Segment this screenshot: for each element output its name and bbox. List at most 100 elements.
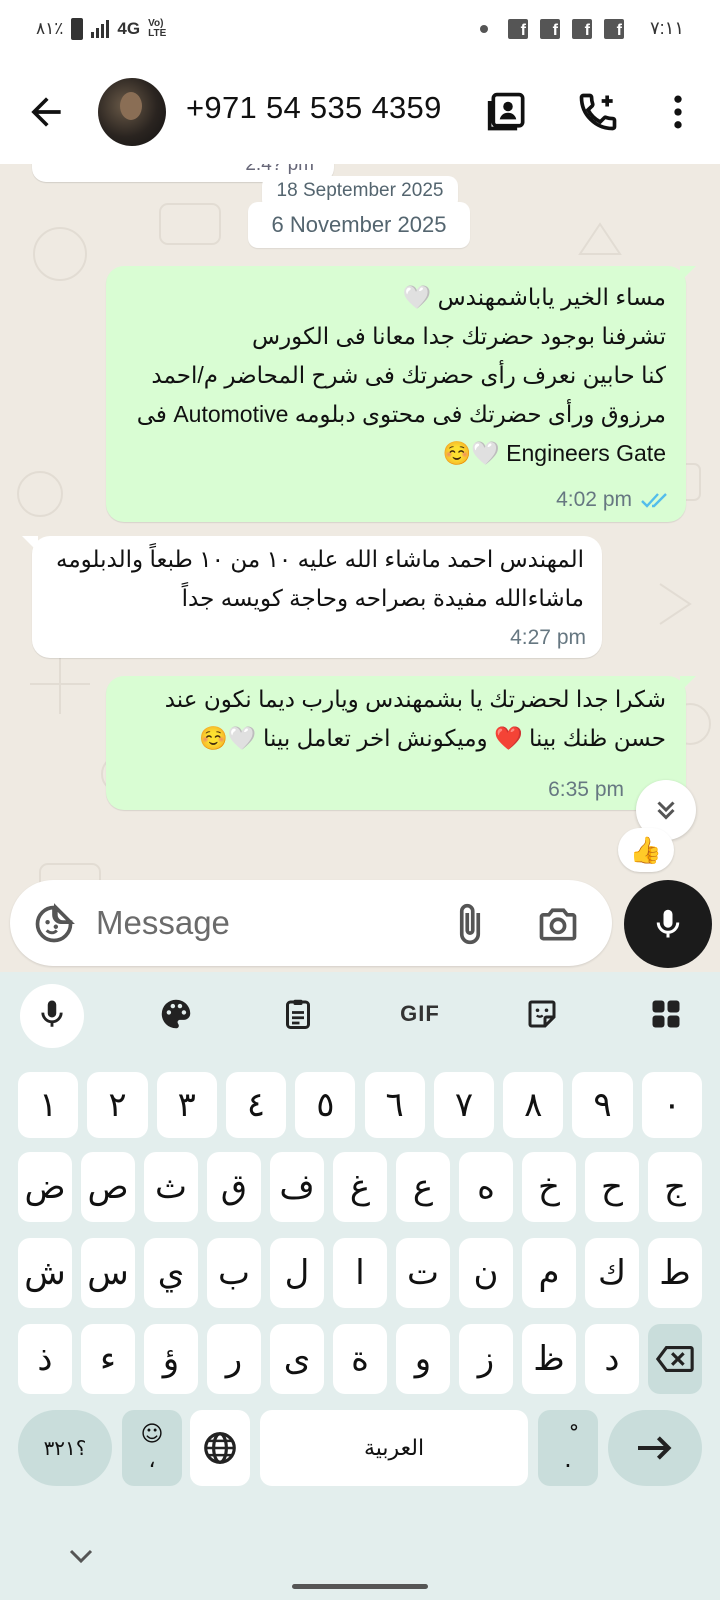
message-reaction[interactable]: 👍 bbox=[618, 828, 674, 872]
hide-keyboard-chevron-icon[interactable] bbox=[66, 1546, 96, 1566]
message-input[interactable] bbox=[96, 900, 436, 946]
contact-name[interactable]: +971 54 535 4359 bbox=[186, 90, 442, 126]
message-text: مساء الخير ياباشمهندس 🤍 تشرفنا بوجود حضر… bbox=[136, 284, 666, 466]
incoming-message[interactable]: المهندس احمد ماشاء الله عليه ١٠ من ١٠ طب… bbox=[22, 536, 602, 658]
facebook-icon: f bbox=[539, 18, 560, 39]
period-key[interactable]: ْ . bbox=[538, 1410, 598, 1486]
key-letter[interactable]: ق bbox=[207, 1152, 261, 1222]
key-letter[interactable]: ب bbox=[207, 1238, 261, 1308]
key-letter[interactable]: ث bbox=[144, 1152, 198, 1222]
key-digit[interactable]: ٨ bbox=[503, 1072, 564, 1138]
clock: ٧:١١ bbox=[649, 18, 684, 38]
key-letter[interactable]: ط bbox=[648, 1238, 702, 1308]
status-bar: ٨١٪ 4G Vo) LTE f f f f ٧:١١ bbox=[0, 0, 720, 62]
facebook-icon: f bbox=[571, 18, 592, 39]
key-letter[interactable]: م bbox=[522, 1238, 576, 1308]
key-letter[interactable]: ش bbox=[18, 1238, 72, 1308]
sticker-icon[interactable] bbox=[32, 902, 76, 946]
key-letter[interactable]: ؤ bbox=[144, 1324, 198, 1394]
message-meta: 4:02 pm bbox=[556, 488, 670, 512]
key-letter[interactable]: ت bbox=[396, 1238, 450, 1308]
key-letter[interactable]: ا bbox=[333, 1238, 387, 1308]
attach-icon[interactable] bbox=[448, 902, 492, 946]
chat-area[interactable]: 2:4? pm 18 September 2025 6 November 202… bbox=[0, 164, 720, 972]
facebook-icon: f bbox=[507, 18, 528, 39]
key-digit[interactable]: ٧ bbox=[433, 1072, 495, 1138]
key-letter[interactable]: س bbox=[81, 1238, 135, 1308]
key-letter[interactable]: ع bbox=[396, 1152, 450, 1222]
key-digit[interactable]: ٦ bbox=[364, 1072, 425, 1138]
key-letter[interactable]: ر bbox=[207, 1324, 261, 1394]
key-digit[interactable]: ٥ bbox=[295, 1072, 356, 1138]
bubble-tail bbox=[680, 266, 696, 282]
network-type: 4G bbox=[117, 19, 141, 38]
sticker-icon[interactable] bbox=[518, 990, 566, 1038]
space-key[interactable]: العربية bbox=[260, 1410, 528, 1486]
outgoing-message[interactable]: مساء الخير ياباشمهندس 🤍 تشرفنا بوجود حضر… bbox=[106, 266, 696, 522]
key-letter[interactable]: ظ bbox=[522, 1324, 576, 1394]
add-call-icon[interactable] bbox=[576, 90, 620, 134]
backspace-key[interactable] bbox=[648, 1324, 702, 1394]
key-letter[interactable]: ة bbox=[333, 1324, 387, 1394]
key-letter[interactable]: ف bbox=[270, 1152, 324, 1222]
emoji-icon: ☺ bbox=[140, 1422, 164, 1447]
key-letter[interactable]: ن bbox=[459, 1238, 513, 1308]
key-digit[interactable]: ٢ bbox=[87, 1072, 148, 1138]
key-letter[interactable]: غ bbox=[333, 1152, 387, 1222]
key-digit[interactable]: ٠ bbox=[641, 1072, 702, 1138]
key-digit[interactable]: ١ bbox=[18, 1072, 79, 1138]
key-letter[interactable]: ء bbox=[81, 1324, 135, 1394]
message-time: 6:35 pm bbox=[548, 778, 624, 801]
key-letter[interactable]: ح bbox=[585, 1152, 639, 1222]
backspace-icon bbox=[655, 1346, 694, 1372]
key-digit[interactable]: ٩ bbox=[572, 1072, 633, 1138]
double-check-read-icon bbox=[641, 493, 667, 508]
key-letter[interactable]: ز bbox=[459, 1324, 513, 1394]
key-letter[interactable]: ه bbox=[459, 1152, 513, 1222]
key-letter[interactable]: ج bbox=[648, 1152, 702, 1222]
key-letter[interactable]: ك bbox=[585, 1238, 639, 1308]
enter-key[interactable] bbox=[608, 1410, 702, 1486]
globe-icon bbox=[204, 1432, 236, 1464]
key-letter[interactable]: و bbox=[396, 1324, 450, 1394]
palette-icon[interactable] bbox=[152, 990, 200, 1038]
emoji-key[interactable]: ☺ ، bbox=[122, 1410, 182, 1486]
apps-grid-icon[interactable] bbox=[642, 990, 690, 1038]
key-letter[interactable]: ى bbox=[270, 1324, 324, 1394]
gif-button[interactable]: GIF bbox=[396, 990, 444, 1038]
key-letter[interactable]: ص bbox=[81, 1152, 135, 1222]
key-letter[interactable]: ل bbox=[270, 1238, 324, 1308]
key-digit[interactable]: ٣ bbox=[156, 1072, 217, 1138]
message-time: 4:27 pm bbox=[510, 626, 586, 649]
symbols-key[interactable]: ؟٣٢١ bbox=[18, 1410, 112, 1486]
message-composer bbox=[10, 880, 612, 966]
outgoing-message[interactable]: شكرا جدا لحضرتك يا بشمهندس ويارب ديما نك… bbox=[106, 676, 696, 810]
more-options-icon[interactable] bbox=[656, 90, 700, 134]
back-arrow-icon[interactable] bbox=[24, 90, 68, 134]
avatar[interactable] bbox=[98, 78, 166, 146]
message-time: 4:02 pm bbox=[556, 488, 632, 511]
camera-icon[interactable] bbox=[536, 902, 580, 946]
battery-percent: ٨١٪ bbox=[36, 19, 64, 38]
battery-icon bbox=[71, 18, 84, 40]
key-letter[interactable]: ي bbox=[144, 1238, 198, 1308]
facebook-icon: f bbox=[603, 18, 624, 39]
mic-icon bbox=[656, 909, 680, 938]
key-letter[interactable]: ض bbox=[18, 1152, 72, 1222]
bubble-tail bbox=[22, 536, 38, 552]
contact-card-icon[interactable] bbox=[486, 90, 530, 134]
key-letter[interactable]: د bbox=[585, 1324, 639, 1394]
voice-record-button[interactable] bbox=[624, 880, 712, 968]
period-label: . bbox=[564, 1445, 572, 1473]
message-time: 2:4? pm bbox=[245, 164, 314, 175]
key-digit[interactable]: ٤ bbox=[225, 1072, 287, 1138]
volte-icon: Vo) LTE bbox=[148, 18, 167, 39]
voice-typing-mic-icon[interactable] bbox=[28, 990, 76, 1038]
key-letter[interactable]: خ bbox=[522, 1152, 576, 1222]
key-letter[interactable]: ذ bbox=[18, 1324, 72, 1394]
clipboard-icon[interactable] bbox=[274, 990, 322, 1038]
gesture-nav-bar[interactable] bbox=[292, 1584, 428, 1589]
message-text: المهندس احمد ماشاء الله عليه ١٠ من ١٠ طب… bbox=[55, 546, 584, 611]
language-switch-key[interactable] bbox=[190, 1410, 250, 1486]
signal-icon bbox=[91, 20, 110, 38]
